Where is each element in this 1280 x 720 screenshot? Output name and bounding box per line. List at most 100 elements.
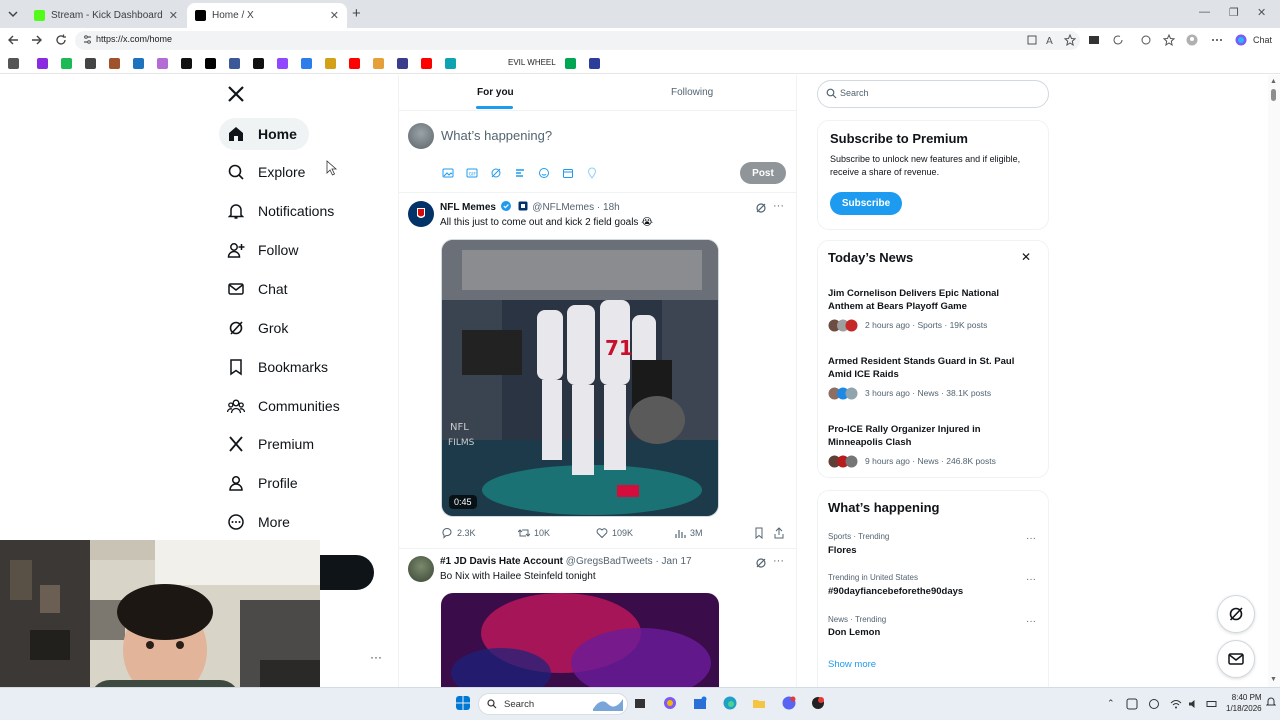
scrollbar-thumb[interactable]	[1271, 89, 1276, 101]
bookmark-favicon-icon[interactable]	[109, 58, 120, 69]
trend-more-icon[interactable]: ···	[1026, 574, 1036, 585]
trend-title[interactable]: #90dayfiancebeforethe90days	[828, 586, 963, 597]
file-explorer-icon[interactable]	[752, 696, 766, 710]
bookmark-favicon-icon[interactable]	[133, 58, 144, 69]
avatar[interactable]	[408, 556, 434, 582]
share-icon[interactable]	[773, 527, 785, 539]
subscribe-button[interactable]: Subscribe	[830, 192, 902, 215]
bookmark-favicon-icon[interactable]	[229, 58, 240, 69]
bookmark-favicon-icon[interactable]	[421, 58, 432, 69]
bookmark-favicon-icon[interactable]	[277, 58, 288, 69]
taskbar-clock[interactable]: 8:40 PM 1/18/2026	[1226, 692, 1262, 714]
read-aloud-icon[interactable]	[1026, 34, 1038, 46]
tweet-author-name[interactable]: NFL Memes	[440, 202, 496, 213]
minimize-icon[interactable]: —	[1199, 6, 1210, 18]
bookmark-favicon-icon[interactable]	[157, 58, 168, 69]
views-button[interactable]: 3M	[674, 527, 703, 539]
tab-for-you[interactable]: For you	[477, 87, 514, 98]
bookmark-favicon-icon[interactable]	[253, 58, 264, 69]
bookmark-favicon-icon[interactable]	[589, 58, 600, 69]
tweet-video[interactable]: 71 NFL FILMS	[441, 239, 719, 517]
x-logo-icon[interactable]	[227, 85, 245, 103]
tweet-time[interactable]: · Jan 17	[655, 556, 691, 567]
url-box[interactable]	[75, 31, 1080, 50]
bookmark-favicon-icon[interactable]	[37, 58, 48, 69]
battery-icon[interactable]	[1206, 698, 1218, 710]
wifi-icon[interactable]	[1170, 698, 1182, 710]
discord-icon[interactable]	[782, 696, 796, 710]
tweet-author-name[interactable]: #1 JD Davis Hate Account	[440, 556, 563, 567]
sidebar-item-notifications[interactable]: Notifications	[219, 195, 346, 227]
sidebar-item-profile[interactable]: Profile	[219, 467, 310, 499]
bookmark-favicon-icon[interactable]	[325, 58, 336, 69]
chat-label[interactable]: Chat	[1253, 35, 1272, 45]
news-item-title[interactable]: Pro-ICE Rally Organizer Injured in Minne…	[828, 423, 1028, 449]
tweet-more-icon[interactable]: ···	[773, 555, 784, 567]
tab-following[interactable]: Following	[671, 87, 713, 98]
tweet-time[interactable]: · 18h	[597, 202, 620, 213]
tweet-more-icon[interactable]: ···	[773, 200, 784, 212]
compose-input[interactable]: What’s happening?	[441, 128, 552, 143]
puzzle-icon[interactable]	[1140, 34, 1152, 46]
bookmark-favicon-icon[interactable]	[373, 58, 384, 69]
windows-start-icon[interactable]	[456, 696, 470, 710]
bookmark-favicon-icon[interactable]	[85, 58, 96, 69]
extension-icon[interactable]	[1088, 34, 1100, 46]
app-icon[interactable]	[811, 696, 825, 710]
like-button[interactable]: 109K	[596, 527, 633, 539]
grok-icon[interactable]	[755, 557, 767, 569]
scroll-up-icon[interactable]: ▲	[1270, 78, 1277, 85]
sidebar-item-bookmarks[interactable]: Bookmarks	[219, 351, 340, 383]
sidebar-item-chat[interactable]: Chat	[219, 273, 300, 305]
grok-icon[interactable]	[755, 202, 767, 214]
tab-search-icon[interactable]	[6, 7, 20, 21]
reply-button[interactable]: 2.3K	[441, 527, 476, 539]
new-tab-button[interactable]: +	[352, 5, 361, 22]
tweet-image[interactable]	[441, 593, 719, 687]
trend-title[interactable]: Flores	[828, 545, 857, 556]
messages-fab-button[interactable]	[1217, 640, 1255, 678]
trend-more-icon[interactable]: ···	[1026, 533, 1036, 544]
bookmark-evil-wheel[interactable]: EVIL WHEEL	[508, 58, 556, 67]
poll-icon[interactable]	[514, 167, 526, 179]
close-tab-icon[interactable]: ✕	[169, 9, 178, 22]
browser-tab-kick[interactable]: Stream - Kick Dashboard ✕	[26, 3, 186, 28]
url-text[interactable]: https://x.com/home	[96, 34, 172, 44]
notifications-bell-icon[interactable]	[1266, 696, 1276, 708]
browser-tab-x[interactable]: Home / X ✕	[187, 3, 347, 28]
tweet-handle[interactable]: @GregsBadTweets	[566, 556, 653, 567]
post-button[interactable]: Post	[740, 162, 786, 184]
tray-app-icon[interactable]	[1126, 698, 1138, 710]
avatar[interactable]	[408, 201, 434, 227]
bookmark-favicon-icon[interactable]	[445, 58, 456, 69]
scroll-down-icon[interactable]: ▼	[1270, 676, 1277, 683]
scrollbar[interactable]	[1268, 75, 1280, 687]
gif-icon[interactable]: GIF	[466, 167, 478, 179]
bookmark-favicon-icon[interactable]	[181, 58, 192, 69]
sidebar-item-home[interactable]: Home	[219, 118, 309, 150]
grok-fab-button[interactable]	[1217, 595, 1255, 633]
image-icon[interactable]	[442, 167, 454, 179]
close-icon[interactable]: ✕	[1021, 250, 1031, 264]
bookmark-icon[interactable]	[753, 527, 765, 539]
copilot-icon[interactable]	[663, 696, 677, 710]
store-icon[interactable]	[693, 696, 707, 710]
tray-app-icon[interactable]	[1148, 698, 1160, 710]
sidebar-item-follow[interactable]: Follow	[219, 234, 310, 266]
tray-expand-icon[interactable]: ⌃	[1107, 698, 1115, 709]
bookmark-favicon-icon[interactable]	[349, 58, 360, 69]
sidebar-item-more[interactable]: More	[219, 506, 302, 538]
bookmark-favicon-icon[interactable]	[565, 58, 576, 69]
reload-icon[interactable]	[54, 33, 68, 47]
bookmark-favicon-icon[interactable]	[8, 58, 19, 69]
task-view-icon[interactable]	[633, 696, 647, 710]
maximize-icon[interactable]: ❐	[1229, 6, 1239, 19]
schedule-icon[interactable]	[562, 167, 574, 179]
sidebar-item-premium[interactable]: Premium	[219, 428, 326, 460]
favorite-star-icon[interactable]	[1064, 34, 1076, 46]
close-window-icon[interactable]: ✕	[1257, 6, 1266, 19]
forward-icon[interactable]	[30, 33, 44, 47]
trend-title[interactable]: Don Lemon	[828, 627, 880, 638]
translate-icon[interactable]: A	[1045, 34, 1057, 46]
copilot-icon[interactable]	[1235, 34, 1247, 46]
